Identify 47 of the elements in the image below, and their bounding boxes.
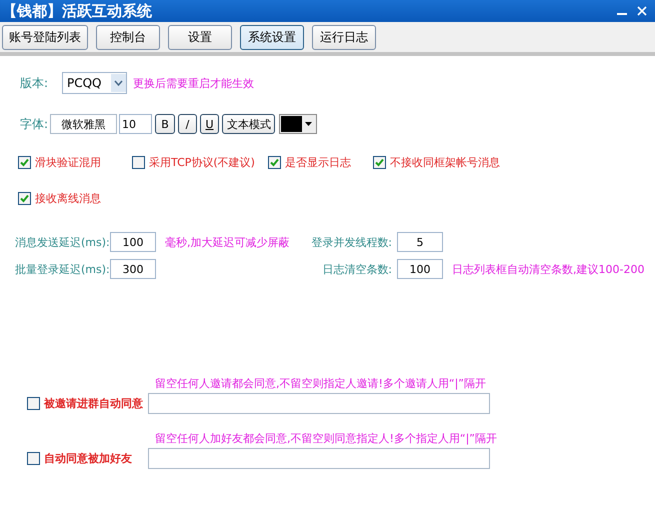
field-label: 批量登录延迟(ms): xyxy=(15,262,110,276)
version-label: 版本: xyxy=(20,74,50,92)
number-field[interactable]: 100 xyxy=(397,259,443,279)
dropdown-arrow-icon[interactable] xyxy=(304,121,313,127)
font-label: 字体: xyxy=(20,116,50,132)
input-field[interactable] xyxy=(148,448,490,469)
close-icon[interactable] xyxy=(637,6,647,16)
tab[interactable]: 控制台 xyxy=(96,24,160,50)
tab[interactable]: 设置 xyxy=(168,24,232,50)
field-label: 日志清空条数: xyxy=(322,262,392,276)
bold-button[interactable]: B xyxy=(155,114,175,134)
tab[interactable]: 系统设置 xyxy=(240,24,304,50)
number-field[interactable]: 5 xyxy=(397,232,443,252)
hint-text: 日志列表框自动清空条数,建议100-200 xyxy=(452,262,644,276)
hint-text: 留空任何人邀请都会同意,不留空则指定人邀请!多个邀请人用“|”隔开 xyxy=(155,376,486,390)
option-label: 采用TCP协议(不建议) xyxy=(149,154,255,170)
font-name-button[interactable]: 微软雅黑 xyxy=(50,114,117,134)
version-dropdown[interactable]: PCQQ xyxy=(62,72,127,94)
option-label: 滑块验证混用 xyxy=(35,154,101,170)
input-field[interactable] xyxy=(148,393,490,414)
hint-text: 留空任何人加好友都会同意,不留空则同意指定人!多个指定人用“|”隔开 xyxy=(155,430,498,446)
tab[interactable]: 运行日志 xyxy=(312,24,376,50)
field-label: 消息发送延迟(ms): xyxy=(15,234,110,250)
font-size-field[interactable]: 10 xyxy=(119,114,152,134)
option-label: 是否显示日志 xyxy=(285,154,351,170)
option-label: 不接收同框架帐号消息 xyxy=(390,154,500,170)
tab[interactable]: 账号登陆列表 xyxy=(2,24,88,50)
checkbox[interactable] xyxy=(373,156,386,168)
field-label: 登录并发线程数: xyxy=(311,234,392,250)
italic-button[interactable]: / xyxy=(178,114,197,134)
hint-text: 毫秒,加大延迟可减少屏蔽 xyxy=(165,234,290,250)
hint-text: 更换后需要重启才能生效 xyxy=(133,76,254,90)
checkbox[interactable] xyxy=(27,452,40,465)
option-label: 自动同意被加好友 xyxy=(44,451,132,466)
delay-field[interactable]: 300 xyxy=(110,259,156,279)
delay-field[interactable]: 100 xyxy=(110,232,156,252)
checkbox[interactable] xyxy=(27,397,40,410)
option-label: 被邀请进群自动同意 xyxy=(44,396,143,411)
text-mode-button[interactable]: 文本模式 xyxy=(222,114,275,134)
checkbox[interactable] xyxy=(268,156,281,168)
option-label: 接收离线消息 xyxy=(35,190,101,206)
checkbox[interactable] xyxy=(18,156,31,168)
checkbox[interactable] xyxy=(18,192,31,204)
window-title: 【钱都】活跃互动系统 xyxy=(2,2,153,20)
color-picker[interactable] xyxy=(279,114,317,134)
checkbox[interactable] xyxy=(132,156,145,168)
underline-button[interactable]: U xyxy=(200,114,219,134)
